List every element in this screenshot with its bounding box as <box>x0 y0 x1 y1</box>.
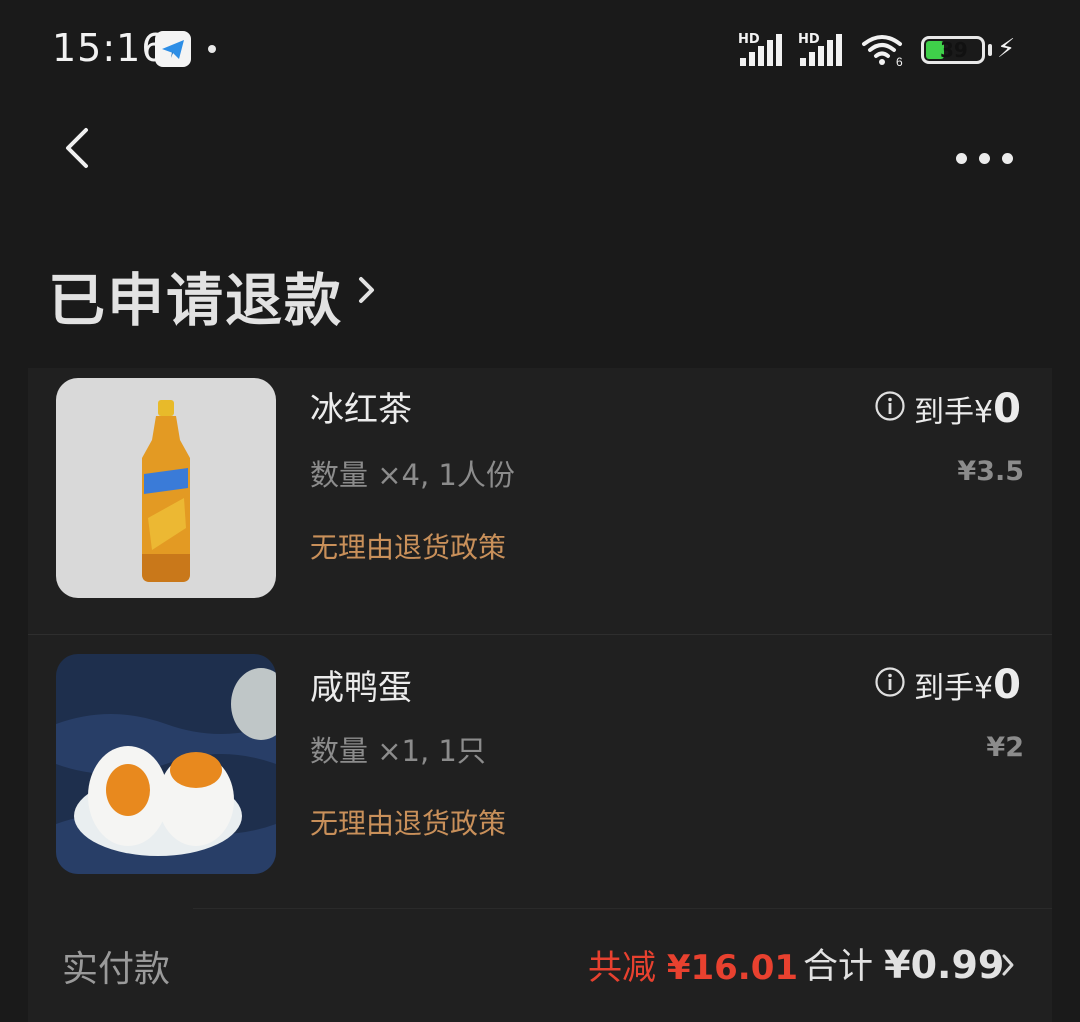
divider <box>193 908 1052 909</box>
return-policy-link[interactable]: 无理由退货政策 <box>310 526 506 566</box>
order-items-card: 冰红茶 数量 ×4, 1人份 无理由退货政策 到手¥0 ¥3.5 咸鸭蛋 数量 … <box>28 368 1052 1022</box>
chevron-right-icon <box>359 277 374 303</box>
signal-strength-icon-2: HD <box>798 32 850 68</box>
paper-plane-app-icon <box>155 31 191 67</box>
back-button[interactable] <box>52 122 102 172</box>
product-quantity: 数量 ×1, 1只 <box>310 734 486 768</box>
hd-label: HD <box>738 32 760 47</box>
return-policy-link[interactable]: 无理由退货政策 <box>310 802 506 842</box>
product-item[interactable]: 咸鸭蛋 数量 ×1, 1只 无理由退货政策 到手¥0 ¥2 <box>28 636 1052 898</box>
order-status-header: 已申请退款 <box>0 210 1080 368</box>
discount-label: 共减 <box>588 948 667 988</box>
nav-bar <box>0 100 1080 210</box>
more-options-button[interactable] <box>950 140 1020 170</box>
net-price-label: 到手¥ <box>914 671 994 706</box>
product-quantity: 数量 ×4, 1人份 <box>310 458 515 492</box>
discount-value: ¥16.01 <box>666 948 799 988</box>
battery-cap <box>988 44 992 56</box>
charging-bolt-icon: ⚡ <box>997 34 1016 64</box>
battery-level: 39 <box>940 38 968 62</box>
total-label: 合计 <box>803 947 885 987</box>
net-price-value: 0 <box>993 386 1021 432</box>
dot-icon <box>956 153 967 164</box>
battery-icon: 39 <box>921 36 985 64</box>
actual-payment-label: 实付款 <box>62 949 171 990</box>
page-title[interactable]: 已申请退款 <box>48 255 343 337</box>
wifi-label: 6 <box>896 55 903 68</box>
divider <box>28 634 1052 635</box>
dot-icon <box>1002 153 1013 164</box>
net-price-label: 到手¥ <box>914 395 994 430</box>
status-time: 15:16 <box>52 26 167 70</box>
net-price: 到手¥0 <box>914 662 1021 708</box>
info-icon[interactable] <box>874 390 906 422</box>
info-icon[interactable] <box>874 666 906 698</box>
original-price: ¥3.5 <box>957 456 1024 487</box>
net-price: 到手¥0 <box>914 386 1021 432</box>
chevron-left-icon <box>66 128 88 168</box>
original-price: ¥2 <box>986 732 1024 763</box>
salted-duck-egg-image <box>56 654 276 874</box>
status-bar: 15:16 HD HD 6 39 ⚡ <box>0 0 1080 100</box>
payment-summary-row[interactable]: 实付款 共减 ¥16.01 合计 ¥0.99 <box>28 916 1052 1022</box>
total-discount: 共减 ¥16.01 <box>588 940 798 989</box>
wifi-icon: 6 <box>860 32 908 69</box>
notification-dot-icon <box>208 45 216 53</box>
product-item[interactable]: 冰红茶 数量 ×4, 1人份 无理由退货政策 到手¥0 ¥3.5 <box>28 368 1052 630</box>
dot-icon <box>979 153 990 164</box>
chevron-right-icon <box>1002 954 1014 976</box>
order-total: 合计 ¥0.99 <box>803 938 1004 989</box>
product-name: 咸鸭蛋 <box>310 668 412 708</box>
iced-tea-bottle-image <box>56 378 276 598</box>
signal-strength-icon: HD <box>738 32 790 68</box>
product-name: 冰红茶 <box>310 390 412 430</box>
net-price-value: 0 <box>993 662 1021 708</box>
total-value: ¥0.99 <box>884 943 1005 987</box>
hd-label-2: HD <box>798 32 820 47</box>
